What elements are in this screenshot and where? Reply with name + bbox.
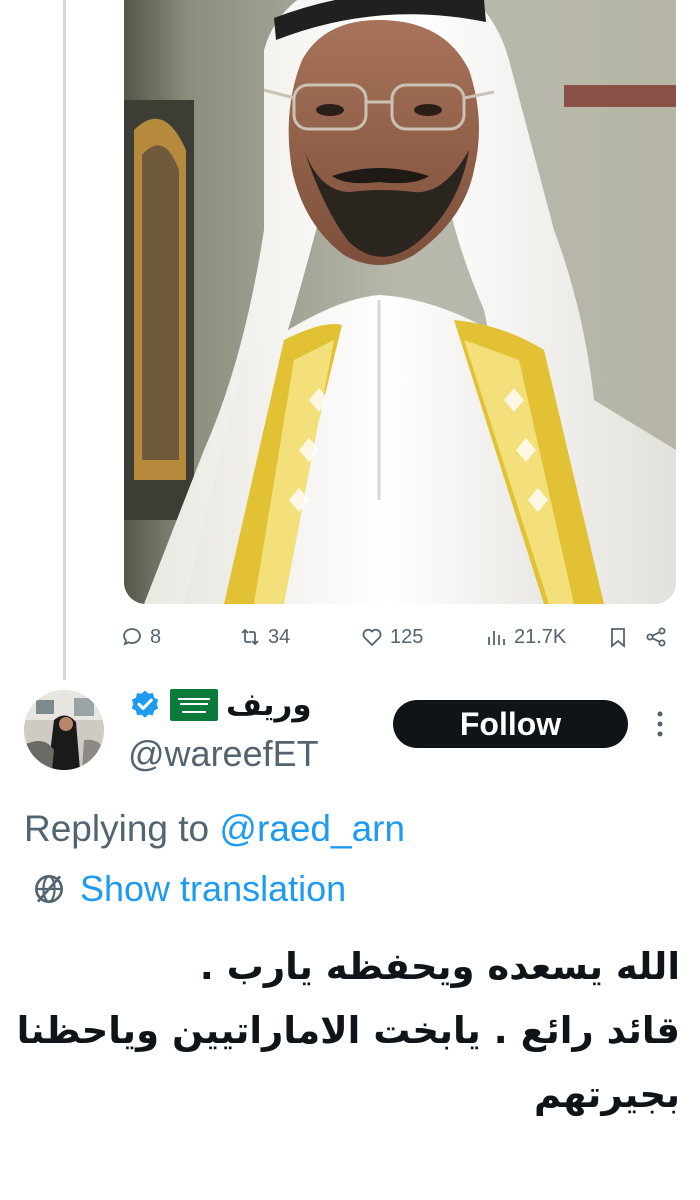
repost-icon (241, 628, 259, 646)
reply-icon (123, 628, 141, 646)
replying-prefix: Replying to (24, 808, 210, 849)
replying-mention-link[interactable]: @raed_arn (219, 808, 405, 849)
portrait-illustration (124, 0, 676, 604)
bookmark-action[interactable] (606, 620, 630, 654)
show-translation-link[interactable]: Show translation (30, 868, 346, 910)
share-icon (646, 627, 666, 647)
reply-action[interactable]: 8 (120, 620, 161, 654)
replying-to-line: Replying to @raed_arn (24, 808, 405, 850)
author-display-name[interactable]: وريف (226, 687, 312, 723)
heart-icon (362, 628, 382, 647)
post-action-bar: 8 34 125 21.7K (118, 620, 678, 654)
post-photo[interactable] (124, 0, 676, 604)
like-action[interactable]: 125 (360, 620, 423, 654)
avatar[interactable] (24, 690, 104, 770)
bookmark-icon (611, 628, 625, 648)
like-count: 125 (390, 626, 424, 648)
thread-line (63, 0, 66, 680)
country-flag: 🇸🇦 (170, 689, 218, 721)
reply-count: 8 (150, 626, 162, 648)
reply-text-line: بجيرتهم (533, 1073, 680, 1116)
repost-count: 34 (268, 626, 291, 648)
globe-icon (34, 874, 64, 904)
author-handle[interactable]: @wareefET (128, 733, 319, 775)
show-translation-label: Show translation (80, 868, 347, 909)
views-action[interactable]: 21.7K (484, 620, 566, 654)
author-name-row: 🇸🇦 وريف (128, 680, 312, 730)
reply-text-line: الله يسعده ويحفظه يارب . (199, 945, 680, 988)
share-action[interactable] (644, 620, 668, 654)
reply-text-line: قائد رائع . يابخت الاماراتيين وياحظنا (16, 1009, 680, 1052)
views-count: 21.7K (514, 626, 567, 648)
verified-badge-icon (131, 690, 159, 718)
follow-button[interactable]: Follow (393, 700, 628, 748)
more-vertical-icon (657, 711, 663, 737)
more-options-button[interactable] (650, 706, 670, 742)
repost-action[interactable]: 34 (238, 620, 290, 654)
flag-emoji: 🇸🇦 (170, 689, 171, 690)
views-icon (488, 631, 505, 645)
reply-text: الله يسعده ويحفظه يارب . قائد رائع . ياب… (16, 935, 680, 1127)
avatar-image (24, 690, 104, 770)
